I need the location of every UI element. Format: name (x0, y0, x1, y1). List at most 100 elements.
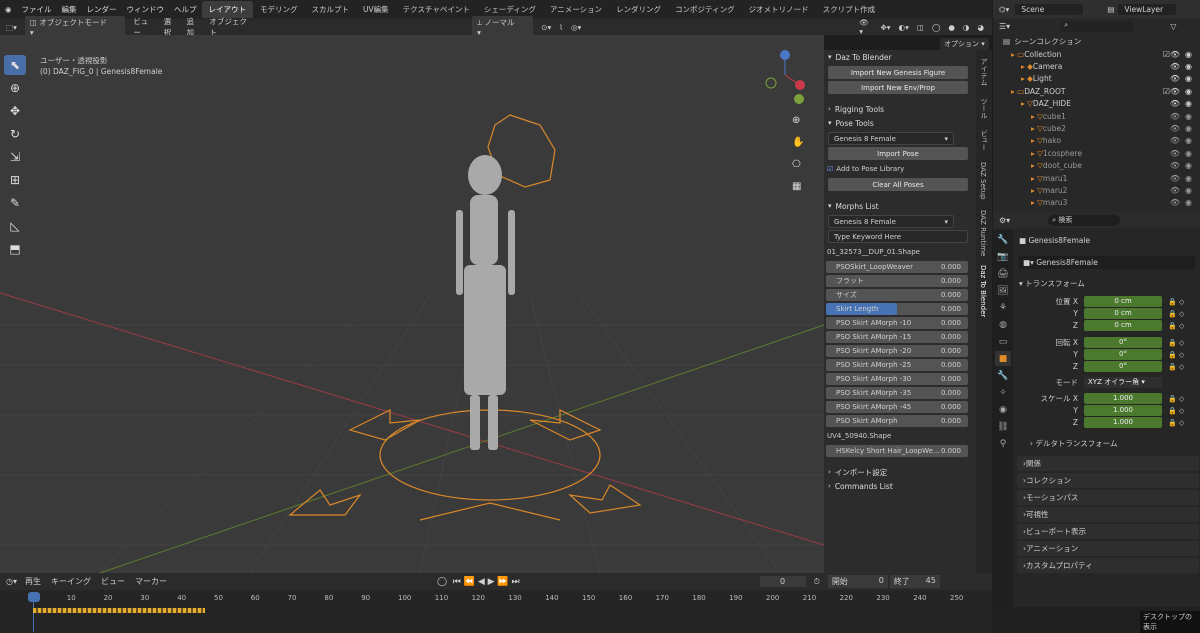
rotate-tool-icon[interactable]: ↻ (4, 124, 26, 144)
render-props-icon[interactable]: 📷 (995, 249, 1011, 264)
morph-row[interactable]: Skirt Length 0.000 (826, 303, 968, 315)
eye-icon[interactable]: 👁 (1170, 161, 1180, 170)
eye-icon[interactable]: 👁 (1170, 112, 1180, 121)
3d-viewport[interactable]: ユーザー・透視投影 (0) DAZ_FIG_0 | Genesis8Female… (0, 35, 824, 573)
lock-icon[interactable]: 🔒 ◇ (1168, 310, 1184, 318)
pose-tools-header[interactable]: ▾ Pose Tools (824, 116, 976, 130)
menu-file[interactable]: ファイル (17, 4, 57, 15)
tab-animation[interactable]: アニメーション (543, 1, 609, 18)
tab-uv[interactable]: UV編集 (356, 1, 396, 18)
props-section-header[interactable]: › 可視性 (1017, 507, 1199, 522)
loc-y-field[interactable]: 0 cm (1084, 308, 1162, 319)
delta-transform-header[interactable]: › デルタトランスフォーム (1030, 438, 1118, 449)
pivot-icon[interactable]: ⊙▾ (541, 23, 551, 32)
props-section-header[interactable]: › コレクション (1017, 473, 1199, 488)
outliner-mode-icon[interactable]: ☰▾ (999, 22, 1010, 31)
props-section-header[interactable]: › ビューポート表示 (1017, 524, 1199, 539)
morph-row[interactable]: PSO Skirt AMorph -15 0.000 (826, 331, 968, 343)
import-settings-header[interactable]: › インポート設定 (824, 465, 976, 479)
modifier-props-icon[interactable]: 🔧 (995, 368, 1011, 383)
lock-icon[interactable]: 🔒 ◇ (1168, 395, 1184, 403)
tab-daz-setup[interactable]: DAZ Setup (979, 162, 987, 199)
menu-marker[interactable]: マーカー (135, 576, 167, 587)
morph-row[interactable]: PSO Skirt AMorph -30 0.000 (826, 373, 968, 385)
object-props-icon[interactable]: ■ (995, 351, 1011, 366)
render-camera-icon[interactable]: ◉ (1185, 136, 1192, 145)
eye-icon[interactable]: 👁 (1170, 136, 1180, 145)
lock-icon[interactable]: 🔒 ◇ (1168, 322, 1184, 330)
render-camera-icon[interactable]: ◉ (1185, 62, 1192, 71)
morph-row[interactable]: PSO Skirt AMorph -20 0.000 (826, 345, 968, 357)
render-camera-icon[interactable]: ◉ (1185, 112, 1192, 121)
outliner-item[interactable]: ▸ ▭ DAZ_ROOT ☑ 👁 ◉ (993, 85, 1200, 97)
morph-row[interactable]: PSO Skirt AMorph 0.000 (826, 415, 968, 427)
tab-compositing[interactable]: コンポジティング (668, 1, 742, 18)
morph-row[interactable]: PSO Skirt AMorph -35 0.000 (826, 387, 968, 399)
menu-render[interactable]: レンダー (82, 4, 122, 15)
object-name-field[interactable]: ■▾ Genesis8Female (1019, 256, 1195, 269)
keyframe-strip[interactable] (33, 608, 205, 613)
outliner-item[interactable]: ▸ ▽ cube1 👁 ◉ (993, 110, 1200, 122)
render-camera-icon[interactable]: ◉ (1185, 186, 1192, 195)
shading-material-icon[interactable]: ◑ (963, 23, 970, 32)
tool-props-icon[interactable]: 🔧 (995, 232, 1011, 247)
lock-icon[interactable]: 🔒 ◇ (1168, 351, 1184, 359)
eye-icon[interactable]: 👁 (1170, 50, 1180, 59)
collection-props-icon[interactable]: ▭ (995, 334, 1011, 349)
render-camera-icon[interactable]: ◉ (1185, 87, 1192, 96)
rot-x-field[interactable]: 0° (1084, 337, 1162, 348)
scene-icon[interactable]: ⌬▾ (999, 5, 1009, 14)
start-frame-field[interactable]: 開始 0 (827, 575, 888, 588)
overlay-icon[interactable]: ◐▾ (899, 23, 909, 32)
add-cube-tool-icon[interactable]: ⬒ (4, 239, 26, 259)
outliner-item[interactable]: ▸ ▽ cube2 👁 ◉ (993, 122, 1200, 134)
scene-select[interactable]: Scene (1015, 3, 1084, 15)
editor-type-icon[interactable]: ⬚▾ (6, 23, 17, 32)
daz-panel-header[interactable]: ▾ Daz To Blender (824, 50, 976, 64)
tab-scripting[interactable]: スクリプト作成 (816, 1, 883, 18)
gizmo-icon[interactable]: ✥▾ (880, 23, 890, 32)
ortho-grid-icon[interactable]: ▦ (792, 176, 804, 198)
filter-icon[interactable]: ▽ (1170, 22, 1176, 31)
eye-icon[interactable]: 👁 (1170, 74, 1180, 83)
commands-list-header[interactable]: › Commands List (824, 479, 976, 493)
morph-row[interactable]: サイズ 0.000 (826, 289, 968, 301)
scene-collection-row[interactable]: ▤ シーンコレクション (993, 34, 1200, 48)
outliner-item[interactable]: ▸ ◆ Camera 👁 ◉ (993, 60, 1200, 72)
blender-logo-icon[interactable]: ◉ (0, 5, 17, 14)
import-pose-button[interactable]: Import Pose (828, 147, 968, 160)
outliner-item[interactable]: ▸ ▽ doot_cube 👁 ◉ (993, 160, 1200, 172)
viewlayer-select[interactable]: ViewLayer (1118, 3, 1177, 15)
particles-props-icon[interactable]: ✧ (995, 385, 1011, 400)
tab-geometry-nodes[interactable]: ジオメトリノード (742, 1, 816, 18)
eye-icon[interactable]: 👁 (1170, 99, 1180, 108)
render-camera-icon[interactable]: ◉ (1185, 149, 1192, 158)
tab-tool[interactable]: ツール (979, 98, 989, 119)
outliner-item[interactable]: ▸ ◆ Light 👁 ◉ (993, 73, 1200, 85)
shading-solid-icon[interactable]: ● (948, 23, 955, 32)
annotate-tool-icon[interactable]: ✎ (4, 193, 26, 213)
render-camera-icon[interactable]: ◉ (1185, 124, 1192, 133)
lock-icon[interactable]: 🔒 ◇ (1168, 339, 1184, 347)
loc-x-field[interactable]: 0 cm (1084, 296, 1162, 307)
output-props-icon[interactable]: 🖨 (995, 266, 1011, 281)
props-section-header[interactable]: › アニメーション (1017, 541, 1199, 556)
menu-playback[interactable]: 再生 (25, 576, 41, 587)
proportional-icon[interactable]: ◎▾ (571, 23, 581, 32)
morph-row[interactable]: PSOSkirt_LoopWeaver 0.000 (826, 261, 968, 273)
eye-icon[interactable]: 👁 (1170, 198, 1180, 207)
zoom-icon[interactable]: ⊕ (792, 110, 804, 132)
outliner-item[interactable]: ▸ ▽ maru2 👁 ◉ (993, 184, 1200, 196)
transform-tool-icon[interactable]: ⊞ (4, 170, 26, 190)
render-camera-icon[interactable]: ◉ (1185, 198, 1192, 207)
eye-icon[interactable]: 👁 (1170, 124, 1180, 133)
render-camera-icon[interactable]: ◉ (1185, 174, 1192, 183)
tab-daz-runtime[interactable]: DAZ Runtime (979, 210, 987, 256)
props-editor-icon[interactable]: ⚙▾ (999, 216, 1010, 225)
props-section-header[interactable]: › カスタムプロパティ (1017, 558, 1199, 573)
tab-item[interactable]: アイテム (979, 58, 989, 86)
tab-rendering[interactable]: レンダリング (609, 1, 668, 18)
add-pose-library-checkbox[interactable]: ☑ Add to Pose Library (824, 162, 976, 176)
eye-icon[interactable]: 👁 (1170, 186, 1180, 195)
playback-controls[interactable]: ◯ ⏮ ⏪ ◀ ▶ ⏩ ⏭ (437, 577, 520, 587)
